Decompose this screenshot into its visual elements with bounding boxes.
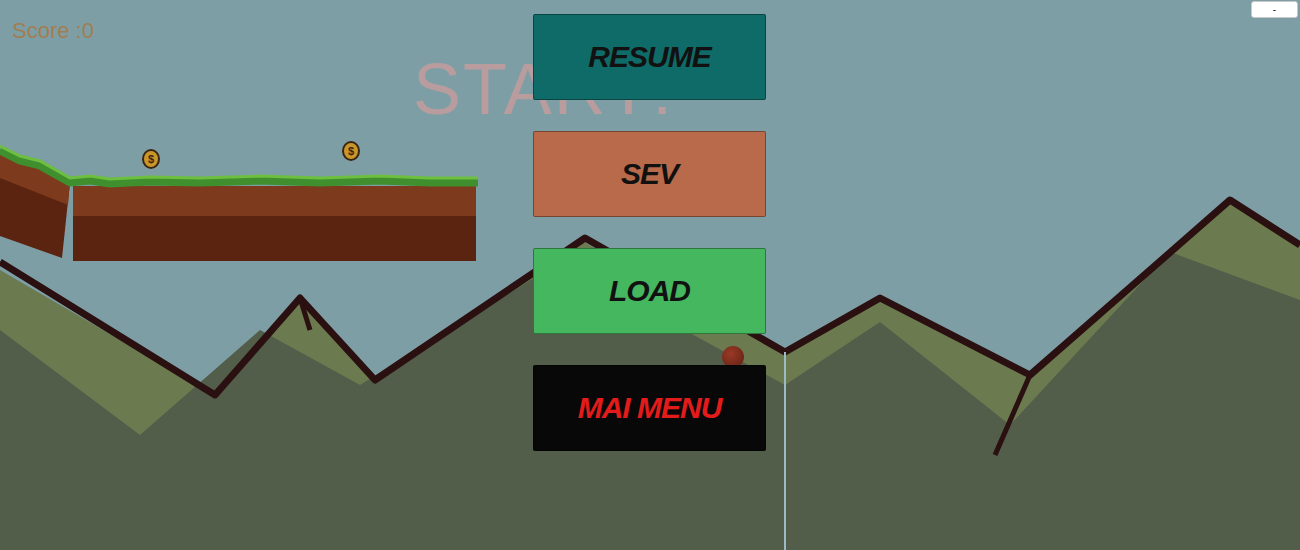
menu-button[interactable]: LOAD — [533, 248, 766, 334]
pause-menu: RESUME SEV LOAD MAI MENU — [533, 14, 766, 451]
ground-platform — [0, 146, 478, 261]
minimize-button[interactable]: - — [1251, 1, 1298, 18]
score-label: Score :0 — [12, 18, 94, 44]
menu-button[interactable]: SEV — [533, 131, 766, 217]
coin-icon: $ — [342, 141, 360, 161]
coin-icon: $ — [142, 149, 160, 169]
menu-button[interactable]: MAI MENU — [533, 365, 766, 451]
game-screen: Score :0START!$$-RESUMESEVLOADMAI MENU — [0, 0, 1300, 550]
menu-button[interactable]: RESUME — [533, 14, 766, 100]
